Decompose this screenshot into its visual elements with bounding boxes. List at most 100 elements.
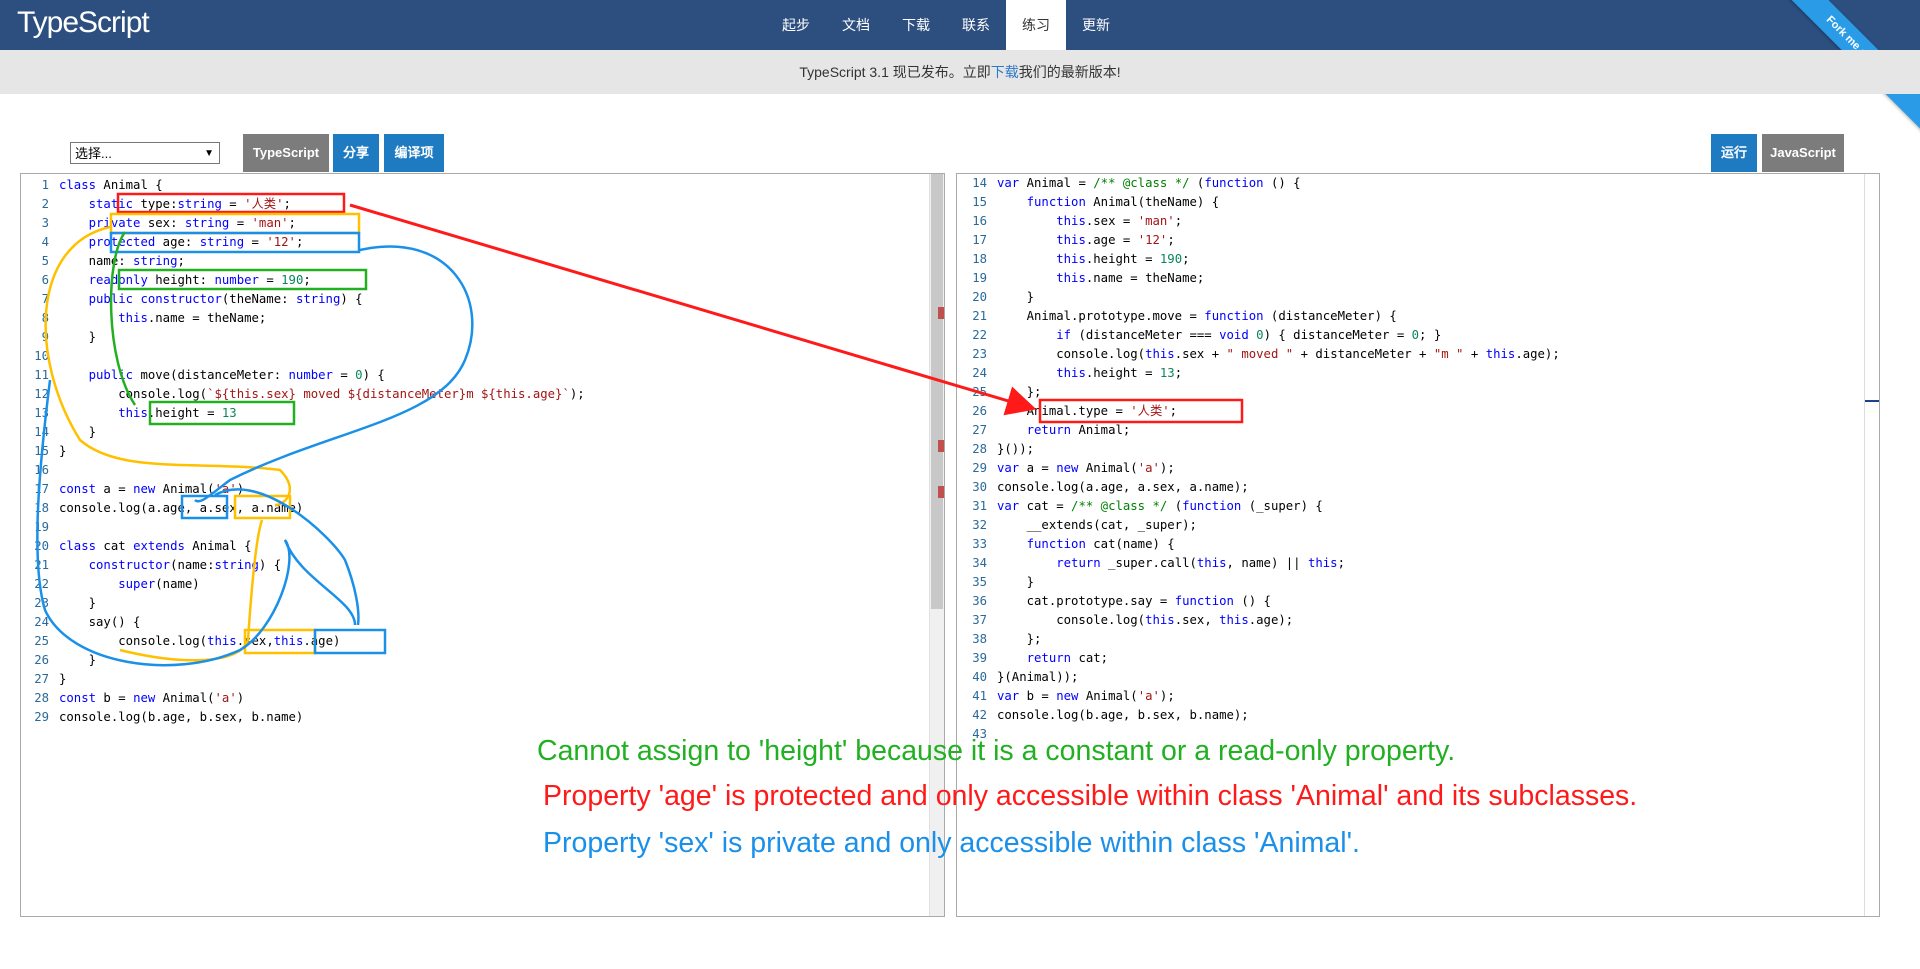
code-line: 29 var a = new Animal('a'); — [972, 459, 1560, 478]
code-line: 9 } — [42, 328, 585, 347]
nav-download[interactable]: 下载 — [886, 0, 946, 50]
line-number: 19 — [34, 520, 49, 534]
example-select[interactable]: 选择... ▼ — [70, 142, 220, 164]
code-text: if (distanceMeter === void 0) { distance… — [1056, 328, 1442, 342]
line-number: 40 — [972, 670, 987, 684]
code-text: this.name = theName; — [1056, 271, 1205, 285]
code-line: 19 this.name = theName; — [972, 269, 1560, 288]
code-text: return cat; — [1026, 651, 1109, 665]
line-number: 28 — [34, 691, 49, 705]
line-number: 30 — [972, 480, 987, 494]
code-text: }()); — [997, 442, 1035, 456]
code-line: 20 class cat extends Animal { — [34, 537, 585, 556]
code-text: class cat extends Animal { — [59, 539, 252, 553]
announcement-download-link[interactable]: 下载 — [991, 64, 1019, 80]
line-number: 4 — [41, 235, 49, 249]
line-number: 20 — [34, 539, 49, 553]
code-text: const b = new Animal('a') — [59, 691, 245, 705]
tab-typescript[interactable]: TypeScript — [243, 134, 329, 172]
line-number: 11 — [34, 368, 49, 382]
code-line: 30 console.log(a.age, a.sex, a.name); — [972, 478, 1560, 497]
line-number: 25 — [972, 385, 987, 399]
typescript-code[interactable]: 1 class Animal {2 static type:string = '人… — [34, 176, 585, 727]
typescript-logo[interactable]: TypeScript — [17, 6, 150, 40]
nav-connect[interactable]: 联系 — [946, 0, 1006, 50]
code-line: 14 var Animal = /** @class */ (function (… — [972, 174, 1560, 193]
code-line: 28}()); — [972, 440, 1560, 459]
nav-changelog[interactable]: 更新 — [1066, 0, 1126, 50]
javascript-code: 14 var Animal = /** @class */ (function (… — [972, 174, 1560, 744]
code-text: var Animal = /** @class */ (function () … — [997, 176, 1301, 190]
code-line: 33 function cat(name) { — [972, 535, 1560, 554]
code-line: 10 — [34, 347, 585, 366]
code-line: 25 console.log(this.sex,this.age) — [34, 632, 585, 651]
line-number: 29 — [972, 461, 987, 475]
tab-javascript[interactable]: JavaScript — [1762, 134, 1844, 172]
code-line: 16 — [34, 461, 585, 480]
line-number: 22 — [972, 328, 987, 342]
nav-playground[interactable]: 练习 — [1006, 0, 1066, 50]
code-line: 18 this.height = 190; — [972, 250, 1560, 269]
code-line: 13 this.height = 13 — [34, 404, 585, 423]
line-number: 17 — [34, 482, 49, 496]
code-line: 42 console.log(b.age, b.sex, b.name); — [972, 706, 1560, 725]
code-line: 14 } — [34, 423, 585, 442]
code-text: var b = new Animal('a'); — [997, 689, 1175, 703]
nav-docs[interactable]: 文档 — [826, 0, 886, 50]
compile-options-button[interactable]: 编译项 — [384, 134, 444, 172]
code-text: var cat = /** @class */ (function (_supe… — [997, 499, 1323, 513]
code-line: 17 const a = new Animal('a') — [34, 480, 585, 499]
code-text: }(Animal)); — [997, 670, 1079, 684]
code-text: } — [997, 575, 1035, 589]
code-line: 20 } — [972, 288, 1560, 307]
line-number: 23 — [972, 347, 987, 361]
code-line: 16 this.sex = 'man'; — [972, 212, 1560, 231]
code-line: 8 this.name = theName; — [42, 309, 585, 328]
code-text: } — [997, 290, 1035, 304]
code-text: readonly height: number = 190; — [88, 273, 311, 287]
code-line: 38 }; — [972, 630, 1560, 649]
code-line: 24 this.height = 13; — [972, 364, 1560, 383]
code-line: 26 Animal.type = '人类'; — [972, 402, 1560, 421]
code-text: this.age = '12'; — [1056, 233, 1175, 247]
nav-get-started[interactable]: 起步 — [766, 0, 826, 50]
code-text: return Animal; — [1026, 423, 1131, 437]
code-line: 29 console.log(b.age, b.sex, b.name) — [34, 708, 585, 727]
code-text: } — [59, 653, 97, 667]
line-number: 34 — [972, 556, 987, 570]
code-line: 21 Animal.prototype.move = function (dis… — [972, 307, 1560, 326]
code-line: 2 static type:string = '人类'; — [42, 195, 585, 214]
code-line: 1 class Animal { — [42, 176, 585, 195]
code-line: 35 } — [972, 573, 1560, 592]
code-line: 5 name: string; — [42, 252, 585, 271]
code-line: 18 console.log(a.age, a.sex, a.name) — [34, 499, 585, 518]
line-number: 5 — [41, 254, 49, 268]
code-line: 34 return _super.call(this, name) || thi… — [972, 554, 1560, 573]
code-text: this.height = 13; — [1056, 366, 1183, 380]
code-text: function cat(name) { — [1026, 537, 1175, 551]
code-text: cat.prototype.say = function () { — [997, 594, 1271, 608]
code-line: 32 __extends(cat, _super); — [972, 516, 1560, 535]
line-number: 8 — [41, 311, 49, 325]
line-number: 21 — [972, 309, 987, 323]
line-number: 3 — [41, 216, 49, 230]
share-button[interactable]: 分享 — [333, 134, 379, 172]
line-number: 37 — [972, 613, 987, 627]
code-line: 12 console.log(`${this.sex} moved ${dist… — [34, 385, 584, 404]
code-text: private sex: string = 'man'; — [88, 216, 296, 230]
code-text: console.log(b.age, b.sex, b.name) — [59, 710, 304, 724]
code-text: } — [59, 425, 97, 439]
announcement-text-before: TypeScript 3.1 现已发布。立即 — [799, 64, 991, 80]
run-button[interactable]: 运行 — [1711, 134, 1757, 172]
code-text: console.log(a.age, a.sex, a.name) — [59, 501, 304, 515]
editor-scroll-thumb[interactable] — [931, 174, 943, 609]
code-line: 11 public move(distanceMeter: number = 0… — [34, 366, 585, 385]
code-text: console.log(this.sex,this.age) — [59, 634, 341, 648]
output-scrollbar[interactable] — [1864, 174, 1879, 916]
code-line: 31 var cat = /** @class */ (function (_su… — [972, 497, 1560, 516]
code-text: this.name = theName; — [118, 311, 267, 325]
error-readonly: Cannot assign to 'height' because it is … — [537, 735, 1456, 767]
line-number: 24 — [972, 366, 987, 380]
announcement-text-after: 我们的最新版本! — [1018, 64, 1121, 80]
code-text: this.sex = 'man'; — [1056, 214, 1183, 228]
